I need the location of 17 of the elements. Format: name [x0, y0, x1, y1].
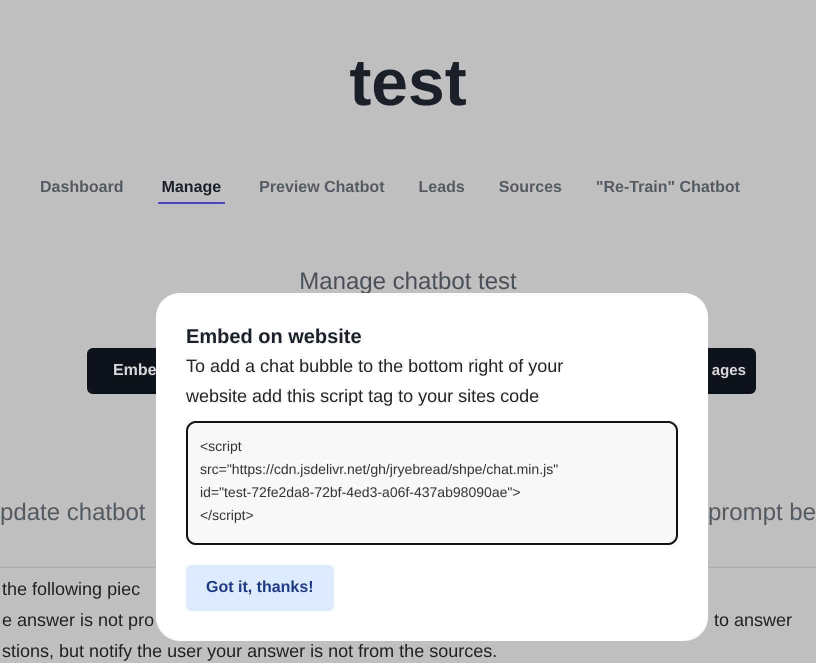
code-field[interactable]: <script src="https://cdn.jsdelivr.net/gh/jryebread/shpe/chat.min.js" id="test-72fe2da8-72bf-4ed3-a06f-437ab98090ae"> </script>: [186, 421, 678, 545]
prompt-text: the following piec: [2, 578, 140, 598]
nav-tab[interactable]: Manage: [158, 176, 226, 204]
modal-title: Embed on website: [186, 325, 363, 350]
nav-tab[interactable]: Sources: [498, 176, 562, 204]
prompt-text: to answer: [714, 610, 792, 630]
nav-tab[interactable]: Dashboard: [40, 176, 124, 204]
nav-tab[interactable]: Leads: [418, 176, 465, 204]
section-heading: prompt be: [708, 498, 816, 528]
section-heading: pdate chatbot: [0, 498, 146, 528]
page-heading: Manage chatbot test: [299, 268, 517, 296]
confirm-button[interactable]: Got it, thanks!: [186, 565, 334, 611]
prompt-text: e answer is not pro: [2, 610, 154, 630]
nav-tab[interactable]: "Re-Train" Chatbot: [596, 176, 740, 204]
nav-tab[interactable]: Preview Chatbot: [259, 176, 385, 204]
prompt-text: stions, but notify the user your answer is not from the sources.: [2, 640, 498, 660]
site-title: test: [349, 44, 467, 121]
